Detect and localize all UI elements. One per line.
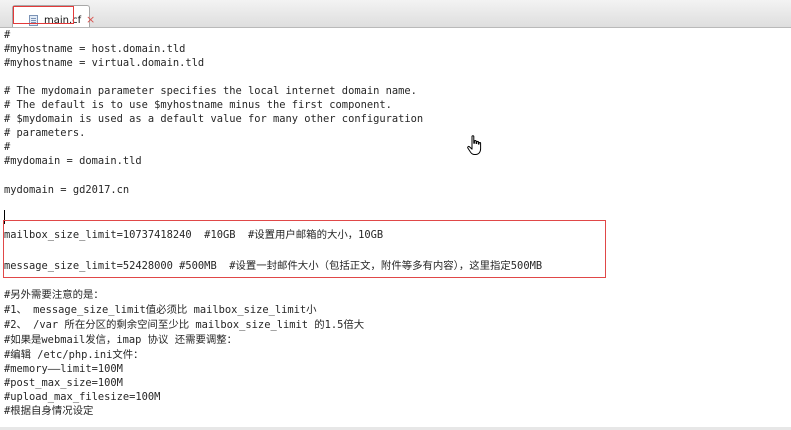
tab-highlight-annotation — [13, 6, 74, 24]
code-line-20: #1、 message_size_limit值必须比 mailbox_size_… — [4, 304, 317, 316]
text-editor-window: main.cf × # #myhostname = host.domain.tl… — [0, 0, 791, 430]
close-icon[interactable]: × — [86, 14, 95, 26]
code-line-23: #编辑 /etc/php.ini文件： — [4, 349, 144, 361]
code-line-5: # The mydomain parameter specifies the l… — [4, 85, 417, 97]
code-line-21: #2、 /var 所在分区的剩余空间至少比 mailbox_size_limit… — [4, 319, 365, 331]
code-line-9: # — [4, 141, 11, 153]
hand-pointer-icon — [467, 135, 482, 155]
code-line-8: # parameters. — [4, 127, 86, 139]
code-line-27: #根据自身情况设定 — [4, 405, 94, 417]
code-line-6: # The default is to use $myhostname minu… — [4, 99, 392, 111]
code-line-1: # — [4, 29, 11, 41]
code-line-12: mydomain = gd2017.cn — [4, 184, 130, 196]
code-line-10: #mydomain = domain.tld — [4, 155, 142, 167]
code-line-19: #另外需要注意的是： — [4, 289, 104, 301]
tab-bar: main.cf × — [0, 0, 791, 28]
code-line-3: #myhostname = virtual.domain.tld — [4, 57, 205, 69]
code-line-22: #如果是webmail发信，imap 协议 还需要调整： — [4, 334, 238, 346]
code-line-2: #myhostname = host.domain.tld — [4, 43, 186, 55]
code-line-26: #upload_max_filesize=100M — [4, 391, 161, 403]
code-line-24: #memory——limit=100M — [4, 363, 123, 375]
code-line-7: # $mydomain is used as a default value f… — [4, 113, 424, 125]
highlight-annotation-box — [3, 220, 606, 278]
code-line-25: #post_max_size=100M — [4, 377, 123, 389]
